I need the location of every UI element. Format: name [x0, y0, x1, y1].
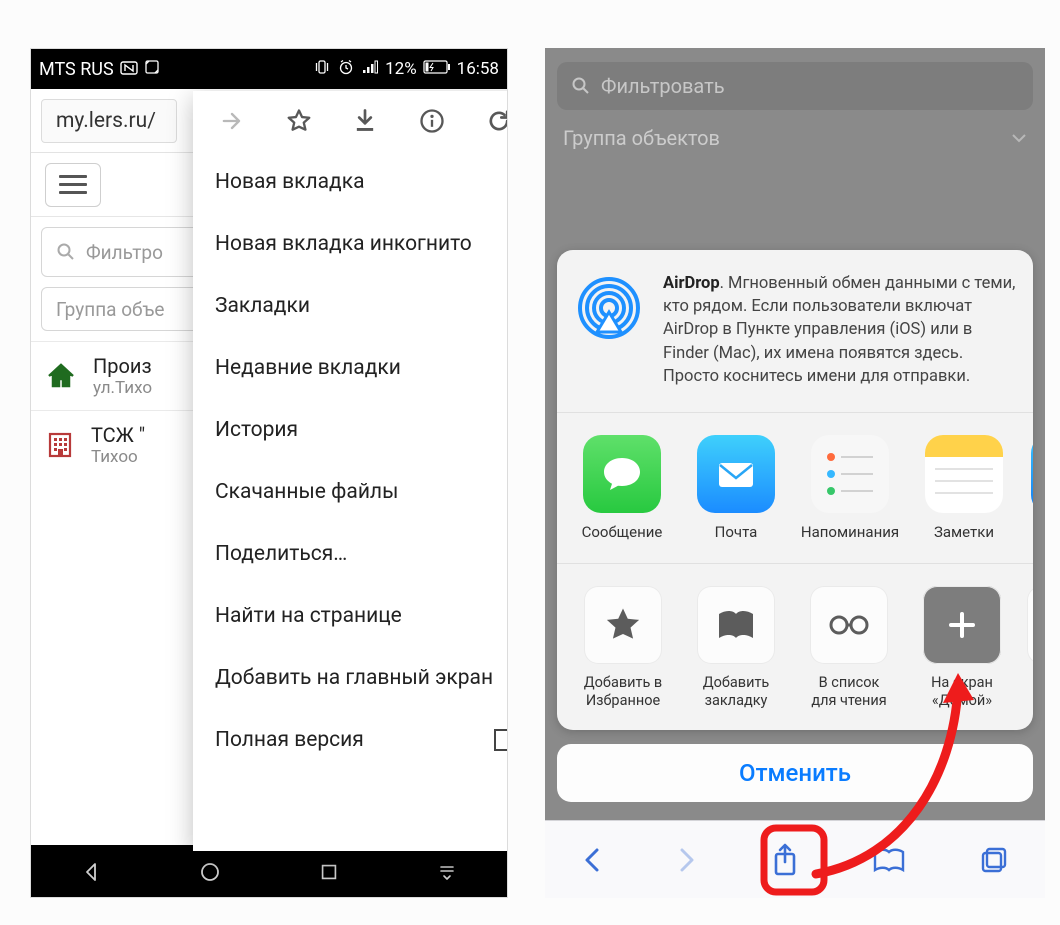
signal-icon — [361, 58, 379, 81]
airdrop-icon — [573, 272, 645, 344]
menu-new-tab[interactable]: Новая вкладка — [193, 151, 508, 213]
reload-icon[interactable] — [485, 107, 508, 135]
menu-find[interactable]: Найти на странице — [193, 585, 508, 647]
search-icon — [56, 242, 76, 262]
ios-screenshot: Фильтровать Группа объектов AirDrop — [545, 48, 1045, 898]
plus-icon — [923, 586, 1001, 664]
menu-items: Новая вкладка Новая вкладка инкогнито За… — [193, 151, 508, 851]
checkbox-icon[interactable] — [494, 729, 508, 751]
battery-pct: 12% — [385, 59, 417, 79]
notes-icon — [925, 435, 1003, 513]
ios-share-sheet: AirDrop. Мгновенный обмен данными с теми… — [557, 250, 1033, 730]
menu-history[interactable]: История — [193, 399, 508, 461]
action-label: В списокдля чтения — [811, 674, 886, 710]
share-apps-row: Сообщение Почта Напоминания — [557, 413, 1033, 564]
share-app-mail[interactable]: Почта — [689, 435, 783, 541]
hamburger-button[interactable] — [45, 163, 101, 207]
list-item-subtitle: Тихоо — [91, 447, 145, 467]
action-add-favorites[interactable]: Добавить вИзбранное — [575, 586, 671, 710]
share-app-more[interactable] — [1031, 435, 1033, 513]
list-item-subtitle: ул.Тихо — [93, 378, 152, 398]
android-status-bar: MTS RUS 12% 16:58 — [31, 49, 507, 89]
app-label: Почта — [715, 523, 758, 541]
action-add-homescreen[interactable]: На экран«Домой» — [914, 586, 1010, 710]
star-filled-icon — [584, 586, 662, 664]
share-actions-row: Добавить вИзбранное Добавитьзакладку В с… — [557, 564, 1033, 730]
share-app-messages[interactable]: Сообщение — [575, 435, 669, 541]
android-nav-bar — [31, 845, 507, 898]
menu-add-homescreen[interactable]: Добавить на главный экран — [193, 647, 508, 709]
menu-bookmarks[interactable]: Закладки — [193, 275, 508, 337]
back-icon[interactable] — [79, 860, 103, 884]
menu-desktop-site[interactable]: Полная версия — [193, 709, 508, 771]
ios-dimmed-background: Фильтровать Группа объектов AirDrop — [545, 48, 1045, 820]
reminders-icon — [811, 435, 889, 513]
menu-recent-tabs[interactable]: Недавние вкладки — [193, 337, 508, 399]
info-icon[interactable] — [418, 107, 446, 135]
messages-icon — [583, 435, 661, 513]
action-label: Добавитьзакладку — [703, 674, 770, 710]
carrier-label: MTS RUS — [39, 59, 114, 80]
book-icon — [697, 586, 775, 664]
action-label: Добавить вИзбранное — [584, 674, 662, 710]
home-nav-icon[interactable] — [198, 860, 222, 884]
ios-filter-input[interactable]: Фильтровать — [557, 62, 1033, 110]
vibrate-icon — [313, 58, 331, 81]
forward-icon[interactable] — [218, 107, 246, 135]
menu-incognito[interactable]: Новая вкладка инкогнито — [193, 213, 508, 275]
url-text: my.lers.ru/ — [56, 109, 156, 133]
app-label: Заметки — [934, 523, 994, 541]
app-label: Напоминания — [801, 523, 899, 541]
menu-downloads[interactable]: Скачанные файлы — [193, 461, 508, 523]
android-screenshot: MTS RUS 12% 16:58 — [30, 48, 508, 898]
filter-placeholder: Фильтро — [86, 241, 163, 264]
recents-icon[interactable] — [318, 861, 340, 883]
chrome-menu: Новая вкладка Новая вкладка инкогнито За… — [193, 91, 508, 851]
action-add-bookmark[interactable]: Добавитьзакладку — [688, 586, 784, 710]
app-label: Сообщение — [582, 523, 663, 541]
building-icon — [45, 430, 75, 460]
tabs-icon[interactable] — [978, 844, 1010, 876]
download-icon[interactable] — [351, 107, 379, 135]
nfc-icon — [120, 59, 138, 80]
ios-filter-placeholder: Фильтровать — [601, 74, 725, 98]
back-icon[interactable] — [580, 844, 604, 876]
ios-group-label: Группа объектов — [563, 126, 720, 150]
ios-group-select[interactable]: Группа объектов — [557, 126, 1033, 150]
cancel-button[interactable]: Отменить — [557, 744, 1033, 802]
action-reading-list[interactable]: В списокдля чтения — [801, 586, 897, 710]
bookmarks-icon[interactable] — [871, 844, 907, 876]
dropdown-nav-icon[interactable] — [435, 860, 459, 884]
clock: 16:58 — [457, 59, 499, 79]
chevron-down-icon — [1011, 132, 1027, 144]
share-icon[interactable] — [770, 842, 800, 878]
airdrop-text: AirDrop. Мгновенный обмен данными с теми… — [663, 272, 1017, 387]
alarm-icon — [337, 58, 355, 81]
list-item-title: Произ — [93, 354, 152, 378]
share-app-notes[interactable]: Заметки — [917, 435, 1011, 541]
more-icon — [1031, 435, 1033, 513]
safari-bottom-toolbar — [545, 820, 1045, 898]
action-label: На экран«Домой» — [931, 674, 993, 710]
group-placeholder: Группа объе — [56, 298, 164, 321]
cancel-label: Отменить — [739, 759, 851, 787]
glasses-icon — [810, 586, 888, 664]
forward-icon[interactable] — [675, 844, 699, 876]
mail-icon — [697, 435, 775, 513]
home-icon — [45, 360, 77, 392]
url-field[interactable]: my.lers.ru/ — [41, 99, 177, 143]
screenshot-icon — [144, 59, 160, 80]
partial-icon — [1027, 586, 1033, 664]
menu-share[interactable]: Поделиться… — [193, 523, 508, 585]
action-partial[interactable]: Ск — [1027, 586, 1033, 692]
star-icon[interactable] — [285, 107, 313, 135]
share-app-reminders[interactable]: Напоминания — [803, 435, 897, 541]
airdrop-section[interactable]: AirDrop. Мгновенный обмен данными с теми… — [557, 250, 1033, 412]
battery-icon — [423, 59, 451, 79]
list-item-title: ТСЖ " — [91, 423, 145, 447]
menu-toolbar — [193, 91, 508, 151]
search-icon — [571, 76, 591, 96]
